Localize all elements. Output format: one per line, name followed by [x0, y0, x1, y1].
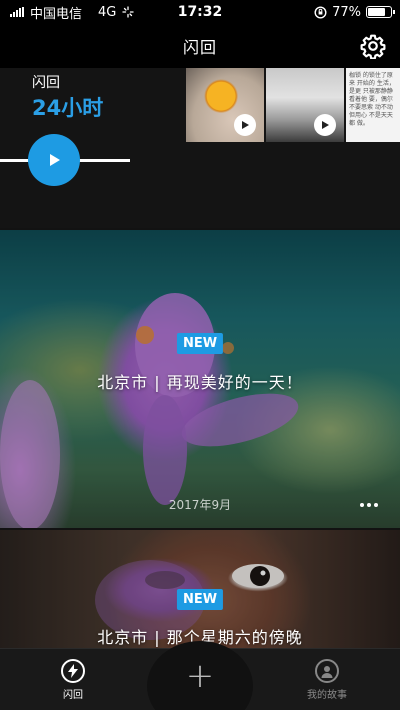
network-type: 4G: [98, 4, 117, 20]
new-badge: NEW: [176, 589, 224, 610]
user-icon: [315, 659, 339, 683]
tab-label: 我的故事: [307, 690, 347, 701]
status-left: 中国电信 4G: [10, 3, 160, 22]
signal-icon: [10, 7, 24, 17]
plus-icon: +: [185, 656, 215, 696]
flash-icon: [61, 659, 85, 683]
tab-my-stories[interactable]: 我的故事: [292, 659, 362, 701]
play-icon: [242, 121, 249, 129]
thumbnail-egg[interactable]: [186, 68, 264, 142]
battery-fill: [368, 8, 385, 16]
battery-icon: [366, 6, 395, 18]
tab-flashback[interactable]: 闪回: [38, 659, 108, 701]
play-icon: [50, 154, 60, 166]
flashback-panel: 闪回 24小时 枷锁 的锁住了原来 开始的 生活，是更 只被那静静看着他 要，偶…: [0, 68, 400, 228]
thumbnail-laptop[interactable]: [266, 68, 344, 142]
thumbnail-play-button[interactable]: [314, 114, 336, 136]
thumbnail-text-note[interactable]: 枷锁 的锁住了原来 开始的 生活，是更 只被那静静看着他 要，偶尔不要思索 动不…: [346, 68, 400, 142]
carrier-name: 中国电信: [30, 6, 83, 22]
play-icon: [322, 121, 329, 129]
story-date: 2017年9月: [168, 498, 232, 512]
more-icon[interactable]: [360, 500, 380, 510]
play-button[interactable]: [28, 134, 80, 186]
story-card[interactable]: NEW 北京市 | 那个星期六的傍晚: [0, 530, 400, 650]
nav-bar: 闪回: [0, 24, 400, 68]
flashback-period: 24小时: [32, 96, 104, 120]
story-card[interactable]: NEW 北京市 | 再现美好的一天！ 2017年9月: [0, 230, 400, 528]
story-title: 北京市 | 再现美好的一天！: [97, 373, 303, 392]
tab-bar: 闪回 + 我的故事: [0, 641, 400, 710]
flashback-thumbnails: 枷锁 的锁住了原来 开始的 生活，是更 只被那静静看着他 要，偶尔不要思索 动不…: [186, 68, 400, 142]
status-bar: 中国电信 4G 17:32 77%: [0, 0, 400, 24]
flashback-label: 闪回: [32, 75, 60, 91]
page-title: 闪回: [182, 38, 217, 57]
battery-percent: 77%: [332, 4, 361, 20]
orientation-lock-icon: [314, 5, 327, 19]
new-badge: NEW: [176, 333, 224, 354]
thumbnail-note-text: 枷锁 的锁住了原来 开始的 生活，是更 只被那静静看着他 要，偶尔不要思索 动不…: [349, 72, 395, 127]
status-right: 77%: [314, 0, 395, 24]
loading-icon: [122, 6, 135, 18]
tab-label: 闪回: [63, 690, 83, 701]
add-story-button[interactable]: +: [147, 641, 253, 710]
gear-icon[interactable]: [360, 33, 386, 59]
thumbnail-play-button[interactable]: [234, 114, 256, 136]
